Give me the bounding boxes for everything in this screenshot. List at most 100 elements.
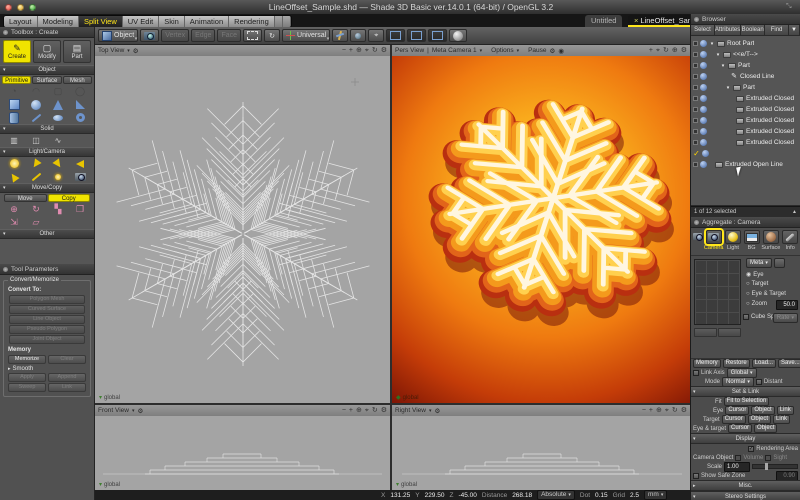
tree-item[interactable]: Extruded Open Line xyxy=(725,161,783,168)
tree-item[interactable]: Part xyxy=(743,84,755,91)
pan-icon[interactable]: ⌖ xyxy=(665,406,669,416)
render-preview-button[interactable] xyxy=(449,29,467,42)
workspace-tab-add-button[interactable] xyxy=(275,16,283,27)
section-object[interactable]: ▾ Object xyxy=(0,65,94,75)
rotate-copy-icon[interactable]: ↻ xyxy=(25,203,47,216)
zoom-in-icon[interactable]: + xyxy=(349,406,353,416)
zoom-in-icon[interactable]: + xyxy=(349,46,353,56)
dropdown-icon[interactable]: ▾ xyxy=(132,408,135,414)
sight-checkbox[interactable] xyxy=(765,455,771,461)
face-mode-button[interactable]: Face xyxy=(217,29,241,42)
smooth-append-button[interactable]: Append xyxy=(48,373,86,382)
render-toggle[interactable] xyxy=(700,106,707,113)
tree-item[interactable]: Part xyxy=(738,62,750,69)
disk-tool-icon[interactable]: ◔ xyxy=(3,85,25,98)
panel-collapse-dot[interactable] xyxy=(3,267,8,272)
aggregate-tab-surface[interactable]: Surface xyxy=(761,230,780,251)
render-toggle[interactable] xyxy=(700,128,707,135)
pers-view-canvas[interactable]: ◆ global xyxy=(392,56,690,403)
dropdown-icon[interactable]: ▾ xyxy=(429,408,432,414)
ambient-light-icon[interactable] xyxy=(47,170,69,183)
arc-tool-icon[interactable]: ◠ xyxy=(25,85,47,98)
gear-icon[interactable]: ⚙ xyxy=(381,406,387,416)
visibility-toggle[interactable] xyxy=(693,85,698,90)
meta-extra-button[interactable] xyxy=(774,258,785,268)
radio-eye-target[interactable]: ○ Eye & Target xyxy=(746,291,786,297)
dropdown-icon[interactable]: ▾ xyxy=(517,48,520,54)
circle-tool-icon[interactable]: ◯ xyxy=(69,85,91,98)
camera-preview-button-2[interactable] xyxy=(718,328,741,337)
zoom-out-icon[interactable]: − xyxy=(342,46,346,56)
tree-item[interactable]: Extruded Closed xyxy=(746,128,794,135)
save-button[interactable]: Save... xyxy=(778,359,800,368)
tree-item[interactable]: Extruded Closed xyxy=(746,139,794,146)
aggregate-tab-camera[interactable]: Camera xyxy=(704,230,723,251)
minimize-window-button[interactable] xyxy=(17,4,24,11)
rectangle-tool-icon[interactable]: ▢ xyxy=(47,85,69,98)
solid-box-icon[interactable]: ▥ xyxy=(3,134,25,147)
magnifier-icon[interactable]: ⊕ xyxy=(672,46,678,56)
smooth-expander-icon[interactable]: ▸ xyxy=(8,366,11,372)
gear-icon[interactable]: ⚙ xyxy=(133,47,139,55)
tree-item[interactable]: Extruded Closed xyxy=(746,117,794,124)
expander-icon[interactable]: ▾ xyxy=(725,85,731,91)
eye-target-cursor-button[interactable]: Cursor xyxy=(728,424,752,433)
gear-icon[interactable]: ⚙ xyxy=(550,47,556,55)
memory-button[interactable]: Memory xyxy=(693,359,721,368)
subtab-surface[interactable]: Surface xyxy=(32,76,61,84)
snap-tool-button[interactable] xyxy=(350,29,366,42)
render-toggle[interactable] xyxy=(700,161,707,168)
eye-target-object-button[interactable]: Object xyxy=(754,424,777,433)
smooth-link-button[interactable]: Link xyxy=(48,383,86,392)
visibility-toggle[interactable] xyxy=(693,140,698,145)
universal-manipulator-button[interactable]: Universal ▾ xyxy=(282,29,330,42)
slider-thumb[interactable] xyxy=(765,463,768,470)
render-toggle[interactable] xyxy=(700,40,707,47)
line-tool-icon[interactable] xyxy=(25,111,47,124)
radio-eye[interactable]: ◉ Eye xyxy=(746,271,764,278)
camera-preview-button-1[interactable] xyxy=(694,328,717,337)
visibility-toggle[interactable] xyxy=(693,118,698,123)
magnifier-icon[interactable]: ⊕ xyxy=(656,406,662,416)
subtab-primitive[interactable]: Primitive xyxy=(2,76,31,84)
mirror-copy-icon[interactable]: ▚ xyxy=(47,203,69,216)
tab-uv-edit[interactable]: UV Edit xyxy=(123,16,159,27)
visibility-toggle[interactable] xyxy=(693,63,698,68)
meta-dropdown[interactable]: Meta ▾ xyxy=(746,258,772,268)
orbit-icon[interactable]: ↻ xyxy=(372,46,378,56)
render-toggle[interactable] xyxy=(700,51,707,58)
toolbox-tab-part[interactable]: ▤ Part xyxy=(63,40,91,63)
aggregate-tab-light[interactable]: Light xyxy=(724,230,742,251)
render-toggle[interactable] xyxy=(700,62,707,69)
aggregate-tab-bg[interactable]: BG xyxy=(743,230,761,251)
visibility-toggle[interactable] xyxy=(693,41,698,46)
checkbox[interactable] xyxy=(743,314,749,320)
target-link-button[interactable]: Link xyxy=(773,415,790,424)
view-split-button[interactable] xyxy=(407,29,426,42)
fit-to-selection-button[interactable]: Fit to Selection xyxy=(724,397,770,406)
workspace-tab-menu-button[interactable] xyxy=(283,16,291,27)
clear-button[interactable]: Clear xyxy=(48,355,86,364)
convert-pseudo-polygon-button[interactable]: Pseudo Polygon xyxy=(9,325,85,334)
front-view-canvas[interactable]: ▾ global xyxy=(95,416,390,490)
marquee-select-button[interactable] xyxy=(243,29,262,42)
render-toggle[interactable] xyxy=(702,150,709,157)
section-light-camera[interactable]: ▾ Light/Camera xyxy=(0,147,94,157)
distant-light-icon[interactable] xyxy=(69,157,91,170)
scale-copy-icon[interactable]: ⇲ xyxy=(3,216,25,229)
orbit-icon[interactable]: ↻ xyxy=(372,406,378,416)
eye-cursor-button[interactable]: Cursor xyxy=(725,406,749,415)
subtab-copy[interactable]: Copy xyxy=(48,194,91,202)
smooth-sweep-button[interactable]: Sweep xyxy=(8,383,46,392)
section-other[interactable]: ▾ Other xyxy=(0,229,94,239)
filter-icon[interactable]: ▼ xyxy=(789,25,800,35)
ellipse-tool-icon[interactable] xyxy=(47,111,69,124)
cube-speed-dropdown[interactable]: Rate ▾ xyxy=(773,313,798,323)
tab-split-view[interactable]: Split View xyxy=(79,16,123,27)
tab-animation[interactable]: Animation xyxy=(185,16,229,27)
top-view-canvas[interactable]: ▾ global xyxy=(95,56,390,403)
area-light-icon[interactable] xyxy=(3,170,25,183)
section-stereo[interactable]: ▾ Stereo Settings xyxy=(691,491,800,500)
gear-icon[interactable]: ⚙ xyxy=(137,407,143,415)
dropdown-icon[interactable]: ▾ xyxy=(127,48,130,54)
